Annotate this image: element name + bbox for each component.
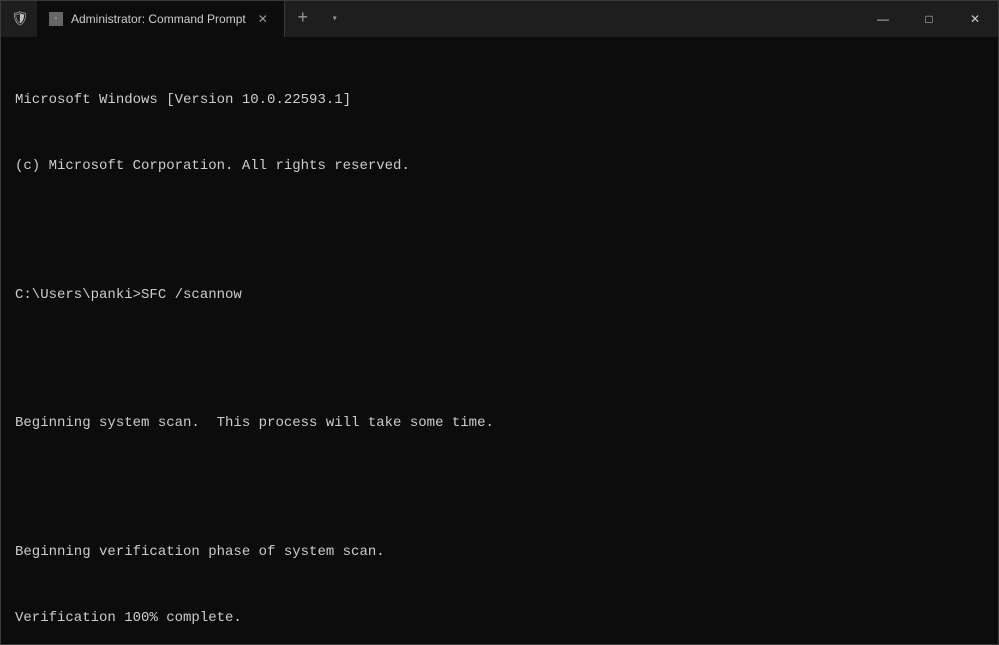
- maximize-button[interactable]: □: [906, 1, 952, 37]
- close-button[interactable]: ✕: [952, 1, 998, 37]
- terminal-output: Microsoft Windows [Version 10.0.22593.1]…: [15, 47, 984, 644]
- line-9: Verification 100% complete.: [15, 607, 984, 629]
- tab-title: Administrator: Command Prompt: [71, 12, 246, 26]
- titlebar-left: 🛡: [1, 11, 37, 27]
- new-tab-button[interactable]: +: [285, 1, 321, 37]
- line-4: C:\Users\panki>SFC /scannow: [15, 284, 984, 306]
- shield-icon: 🛡: [11, 11, 27, 27]
- minimize-button[interactable]: —: [860, 1, 906, 37]
- tab-area: ▪ Administrator: Command Prompt ✕ + ▾: [37, 1, 449, 37]
- window: 🛡 ▪ Administrator: Command Prompt ✕ + ▾ …: [0, 0, 999, 645]
- titlebar: 🛡 ▪ Administrator: Command Prompt ✕ + ▾ …: [1, 1, 998, 37]
- tab-dropdown-button[interactable]: ▾: [321, 1, 349, 37]
- line-8: Beginning verification phase of system s…: [15, 541, 984, 563]
- cmd-icon: ▪: [49, 12, 63, 26]
- tab-close-button[interactable]: ✕: [254, 10, 272, 28]
- spacer-1: [15, 222, 984, 242]
- window-controls: — □ ✕: [860, 1, 998, 37]
- spacer-2: [15, 350, 984, 370]
- line-2: (c) Microsoft Corporation. All rights re…: [15, 155, 984, 177]
- line-6: Beginning system scan. This process will…: [15, 412, 984, 434]
- active-tab[interactable]: ▪ Administrator: Command Prompt ✕: [37, 1, 285, 37]
- terminal-content[interactable]: Microsoft Windows [Version 10.0.22593.1]…: [1, 37, 998, 644]
- line-1: Microsoft Windows [Version 10.0.22593.1]: [15, 89, 984, 111]
- spacer-3: [15, 479, 984, 499]
